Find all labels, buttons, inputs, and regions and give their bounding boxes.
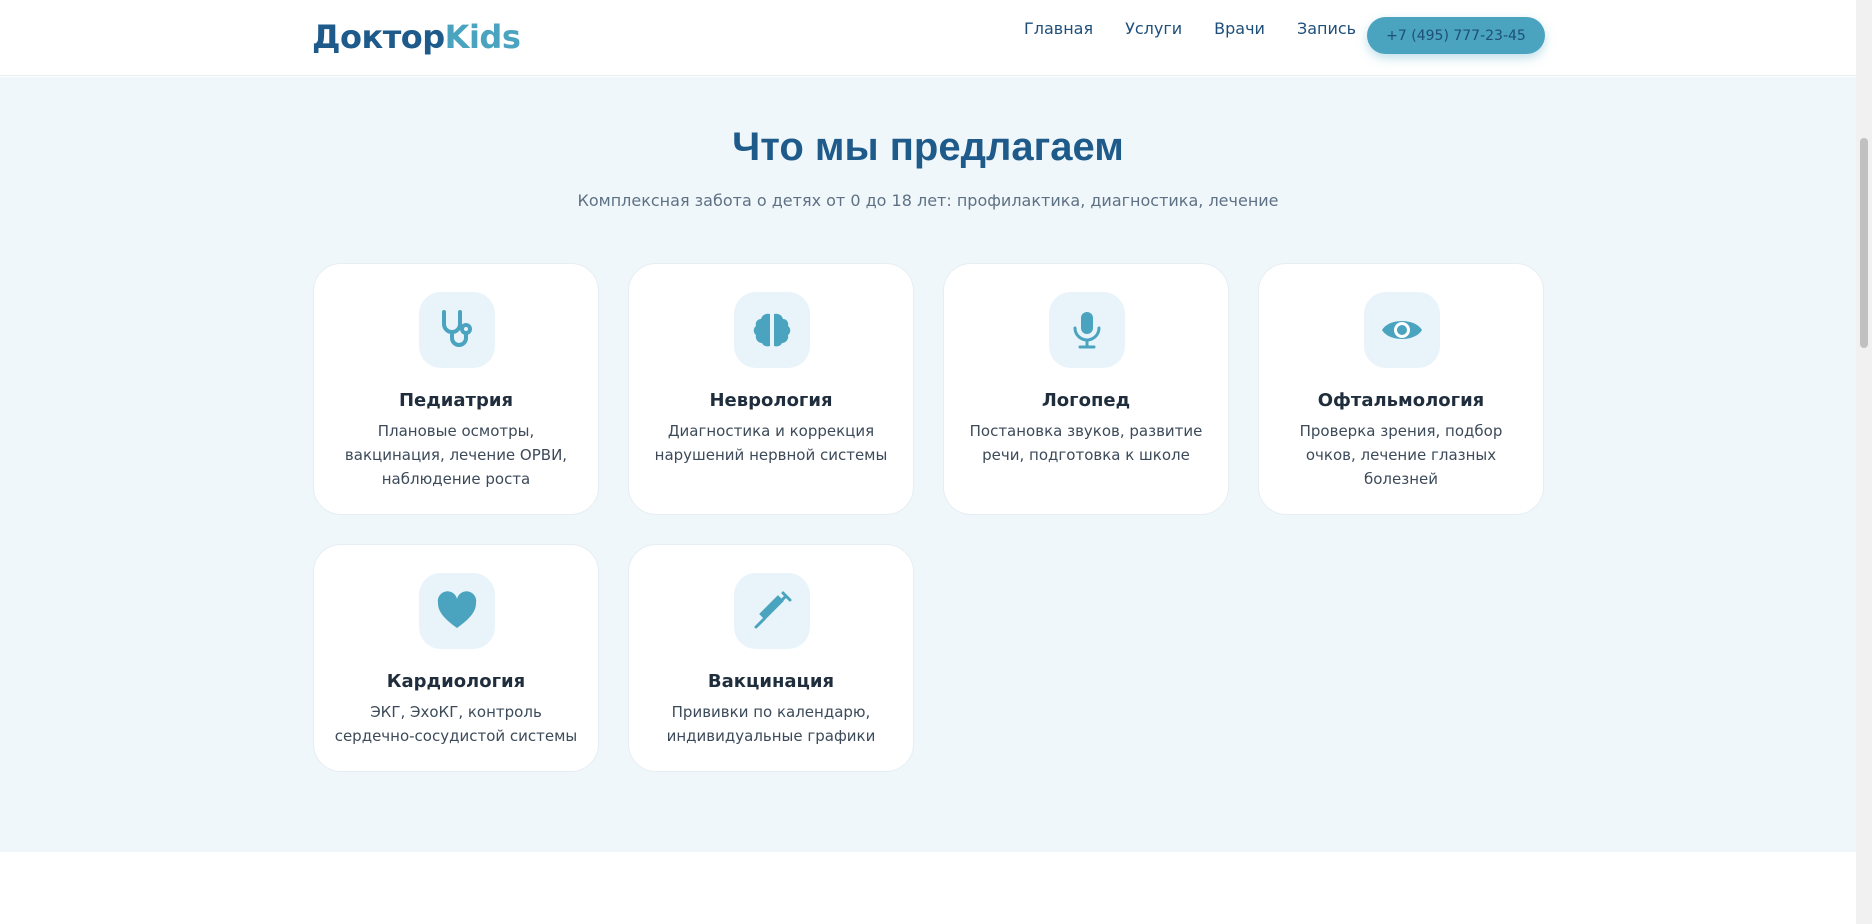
service-title: Вакцинация: [707, 671, 835, 692]
service-card-vaccination[interactable]: Вакцинация Прививки по календарю, индиви…: [628, 544, 914, 772]
logo-part-doctor: Доктор: [312, 18, 445, 56]
eye-icon: [1382, 321, 1422, 339]
service-description: ЭКГ, ЭхоКГ, контроль сердечно-сосудистой…: [334, 703, 578, 745]
service-title: Логопед: [1041, 390, 1131, 411]
service-description: Постановка звуков, развитие речи, подгот…: [969, 422, 1203, 464]
section-subtitle: Комплексная забота о детях от 0 до 18 ле…: [577, 191, 1279, 210]
service-description: Плановые осмотры, вакцинация, лечение ОР…: [344, 422, 568, 488]
service-card-speech-therapy[interactable]: Логопед Постановка звуков, развитие речи…: [943, 263, 1229, 515]
brain-icon: [753, 313, 791, 347]
section-title: Что мы предлагаем: [732, 125, 1124, 169]
stethoscope-icon: [442, 310, 472, 347]
services-section: Что мы предлагаем Комплексная забота о д…: [0, 77, 1856, 852]
icon-container: [1049, 292, 1125, 368]
nav-link-home[interactable]: Главная: [1024, 18, 1093, 40]
icon-container: [734, 292, 810, 368]
icon-container: [1364, 292, 1440, 368]
microphone-icon: [1073, 312, 1101, 349]
icon-container: [734, 573, 810, 649]
service-description: Проверка зрения, подбор очков, лечение г…: [1299, 422, 1503, 488]
logo[interactable]: ДокторKids: [312, 18, 521, 56]
heart-icon: [437, 591, 477, 628]
logo-part-kids: Kids: [444, 18, 521, 56]
site-header: ДокторKids Главная Услуги Врачи Запись +…: [0, 0, 1856, 76]
service-title: Офтальмология: [1317, 390, 1485, 411]
icon-container: [419, 573, 495, 649]
phone-button[interactable]: +7 (495) 777-23-45: [1367, 17, 1545, 54]
icon-container: [419, 292, 495, 368]
service-card-pediatrics[interactable]: Педиатрия Плановые осмотры, вакцинация, …: [313, 263, 599, 515]
nav-link-services[interactable]: Услуги: [1125, 18, 1182, 40]
service-description: Прививки по календарю, индивидуальные гр…: [666, 703, 876, 745]
nav-link-doctors[interactable]: Врачи: [1214, 18, 1265, 40]
service-card-ophthalmology[interactable]: Офтальмология Проверка зрения, подбор оч…: [1258, 263, 1544, 515]
page-scrollbar[interactable]: [1856, 0, 1872, 924]
scrollbar-thumb[interactable]: [1860, 138, 1868, 348]
main-nav: Главная Услуги Врачи Запись: [1024, 18, 1388, 40]
syringe-icon: [754, 591, 792, 629]
service-title: Неврология: [709, 390, 833, 411]
service-card-neurology[interactable]: Неврология Диагностика и коррекция наруш…: [628, 263, 914, 515]
service-description: Диагностика и коррекция нарушений нервно…: [654, 422, 888, 464]
service-title: Педиатрия: [398, 390, 514, 411]
service-title: Кардиология: [386, 671, 526, 692]
nav-link-appointment[interactable]: Запись: [1297, 18, 1356, 40]
service-card-cardiology[interactable]: Кардиология ЭКГ, ЭхоКГ, контроль сердечн…: [313, 544, 599, 772]
